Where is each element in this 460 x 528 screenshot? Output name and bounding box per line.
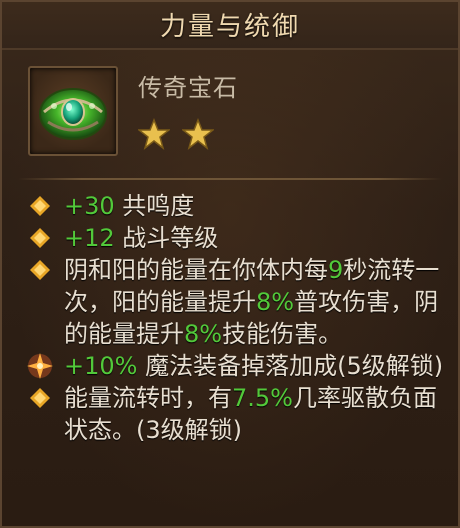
diamond-bullet-icon — [30, 260, 50, 280]
stat-combat-level: +12 战斗等级 — [28, 222, 448, 254]
stat-magic-drop: +10% 魔法装备掉落加成(5级解锁) — [27, 350, 448, 382]
tooltip-title: 力量与统御 — [159, 12, 300, 42]
star-icon — [182, 118, 214, 150]
star-icon — [138, 118, 170, 150]
diamond-bullet-icon — [30, 228, 50, 248]
stat-yin-yang: 阴和阳的能量在你体内每9秒流转一次，阳的能量提升8%普攻伤害，阴的能量提升8%技… — [28, 254, 448, 350]
diamond-bullet-icon — [30, 388, 50, 408]
item-tooltip-panel: 力量与统御 传奇宝石 +30 共鸣度 +12 战斗等级 阴和阳的能量在你体内每9… — [0, 0, 460, 528]
stat-resonance: +30 共鸣度 — [28, 190, 448, 222]
item-name: 传奇宝石 — [138, 74, 238, 102]
title-bar: 力量与统御 — [2, 2, 458, 50]
sparkle-bullet-icon — [27, 353, 53, 379]
stat-cleanse: 能量流转时，有7.5%几率驱散负面状态。(3级解锁) — [28, 382, 448, 446]
stat-list: +30 共鸣度 +12 战斗等级 阴和阳的能量在你体内每9秒流转一次，阳的能量提… — [27, 190, 448, 446]
section-divider — [18, 178, 442, 180]
diamond-bullet-icon — [30, 196, 50, 216]
green-gem-icon — [28, 66, 118, 156]
